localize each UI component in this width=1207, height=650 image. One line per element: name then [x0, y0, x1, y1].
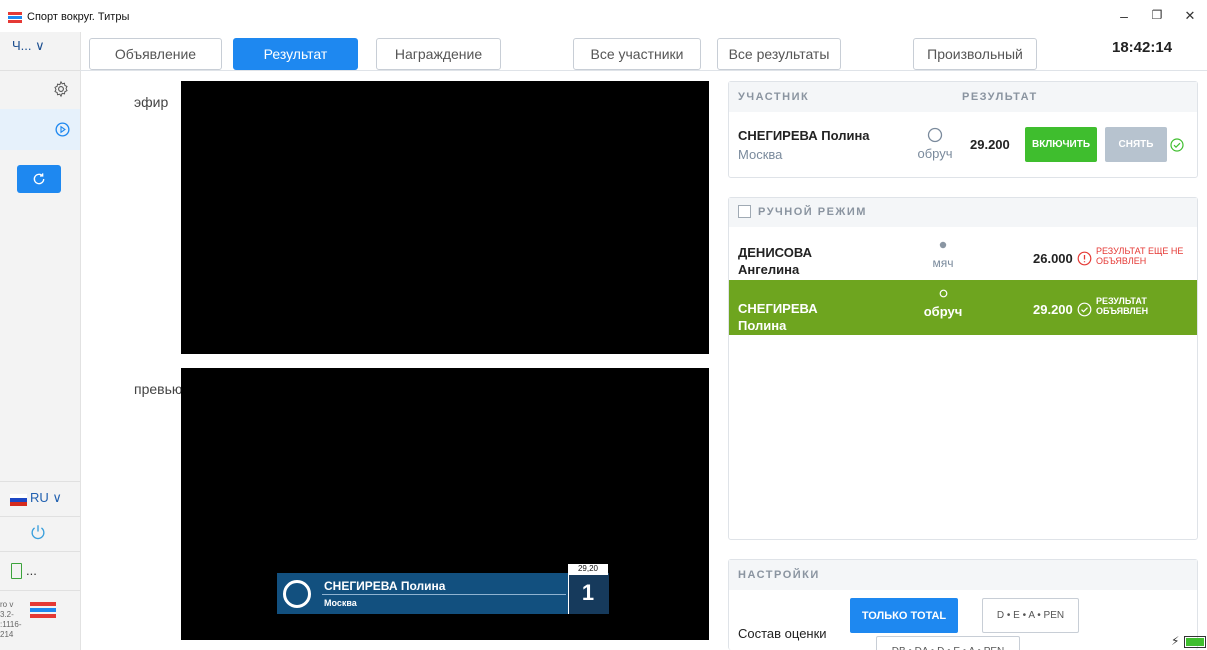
result-header: РЕЗУЛЬТАТ [962, 91, 1038, 103]
air-monitor [181, 81, 709, 354]
maximize-button[interactable]: ❐ [1147, 8, 1167, 22]
athlete-name: ДЕНИСОВА Ангелина [738, 245, 812, 277]
clock: 18:42:14 [1112, 39, 1173, 56]
participant-city: Москва [738, 147, 783, 162]
title-bar [0, 0, 1207, 32]
athlete-name: СНЕГИРЕВА Полина [738, 301, 818, 333]
battery-icon [11, 563, 22, 579]
divider [0, 516, 80, 517]
battery-icon [1184, 636, 1206, 648]
participant-result: 29.200 [970, 137, 1010, 152]
status-text: РЕЗУЛЬТАТ ОБЪЯВЛЕН [1096, 296, 1149, 316]
divider [322, 594, 566, 595]
athlete-result: 26.000 [1033, 251, 1073, 266]
app-logo-icon [8, 12, 22, 24]
include-button[interactable]: ВКЛЮЧИТЬ [1025, 127, 1097, 162]
tab-all-participants[interactable]: Все участники [573, 38, 701, 70]
manual-mode-label: РУЧНОЙ РЕЖИМ [758, 206, 867, 218]
russia-flag-icon [10, 494, 27, 506]
divider [0, 590, 80, 591]
lower-third-place: 1 [581, 580, 595, 605]
language-select[interactable]: RU ∨ [30, 490, 62, 506]
gear-icon[interactable] [52, 80, 70, 98]
tab-custom[interactable]: Произвольный [913, 38, 1037, 70]
minimize-button[interactable]: – [1114, 8, 1134, 24]
participant-header: УЧАСТНИК [738, 91, 810, 103]
divider [0, 481, 80, 482]
check-circle-icon [1170, 138, 1184, 152]
channel-select[interactable]: Ч... ∨ [12, 38, 45, 54]
divider [0, 70, 80, 71]
play-icon[interactable] [55, 122, 70, 137]
version-text: ro v 3.2- :1116- 214 [0, 600, 22, 639]
divider [0, 551, 80, 552]
app-logo-icon [30, 602, 56, 624]
participant-name: СНЕГИРЕВА Полина [738, 128, 870, 143]
settings-header: НАСТРОЙКИ [738, 569, 820, 581]
preview-label: превью [134, 381, 182, 397]
tab-all-results[interactable]: Все результаты [717, 38, 841, 70]
hoop-icon [939, 289, 948, 298]
status-text: ... [26, 563, 37, 578]
lower-third-score: 29,20 [577, 564, 599, 573]
status-text: РЕЗУЛЬТАТ ЕЩЕ НЕ ОБЪЯВЛЕН [1096, 246, 1184, 266]
ball-icon [939, 241, 947, 249]
warning-icon [1077, 251, 1092, 266]
detailed-option-clip: DB • DA • D • E • A • PEN [876, 636, 1020, 650]
power-icon[interactable] [29, 523, 47, 541]
only-total-button[interactable]: ТОЛЬКО TOTAL [850, 598, 958, 633]
refresh-icon [33, 173, 45, 185]
athlete-apparatus: обруч [923, 304, 963, 319]
tab-result[interactable]: Результат [233, 38, 358, 70]
divider [80, 70, 1207, 71]
deapen-button[interactable]: D • E • A • PEN [982, 598, 1079, 633]
manual-mode-checkbox[interactable] [738, 205, 751, 218]
check-circle-icon [1077, 302, 1092, 317]
close-button[interactable]: ✕ [1180, 8, 1200, 24]
refresh-button[interactable] [17, 165, 61, 193]
hoop-icon [283, 580, 311, 608]
score-composition-label: Состав оценки [738, 626, 827, 641]
tab-awarding[interactable]: Награждение [376, 38, 501, 70]
hoop-icon [927, 127, 943, 143]
window-title: Спорт вокруг. Титры [27, 11, 130, 23]
participant-apparatus: обруч [917, 146, 953, 161]
remove-button[interactable]: СНЯТЬ [1105, 127, 1167, 162]
detailed-button[interactable]: DB • DA • D • E • A • PEN [876, 636, 1020, 650]
air-label: эфир [134, 94, 169, 110]
power-icon: ⚡ [1171, 634, 1180, 648]
lower-third-name: СНЕГИРЕВА Полина [324, 579, 446, 593]
athlete-apparatus: мяч [932, 256, 954, 270]
athlete-result: 29.200 [1033, 302, 1073, 317]
lower-third-city: Москва [324, 598, 357, 608]
tab-announcement[interactable]: Объявление [89, 38, 222, 70]
